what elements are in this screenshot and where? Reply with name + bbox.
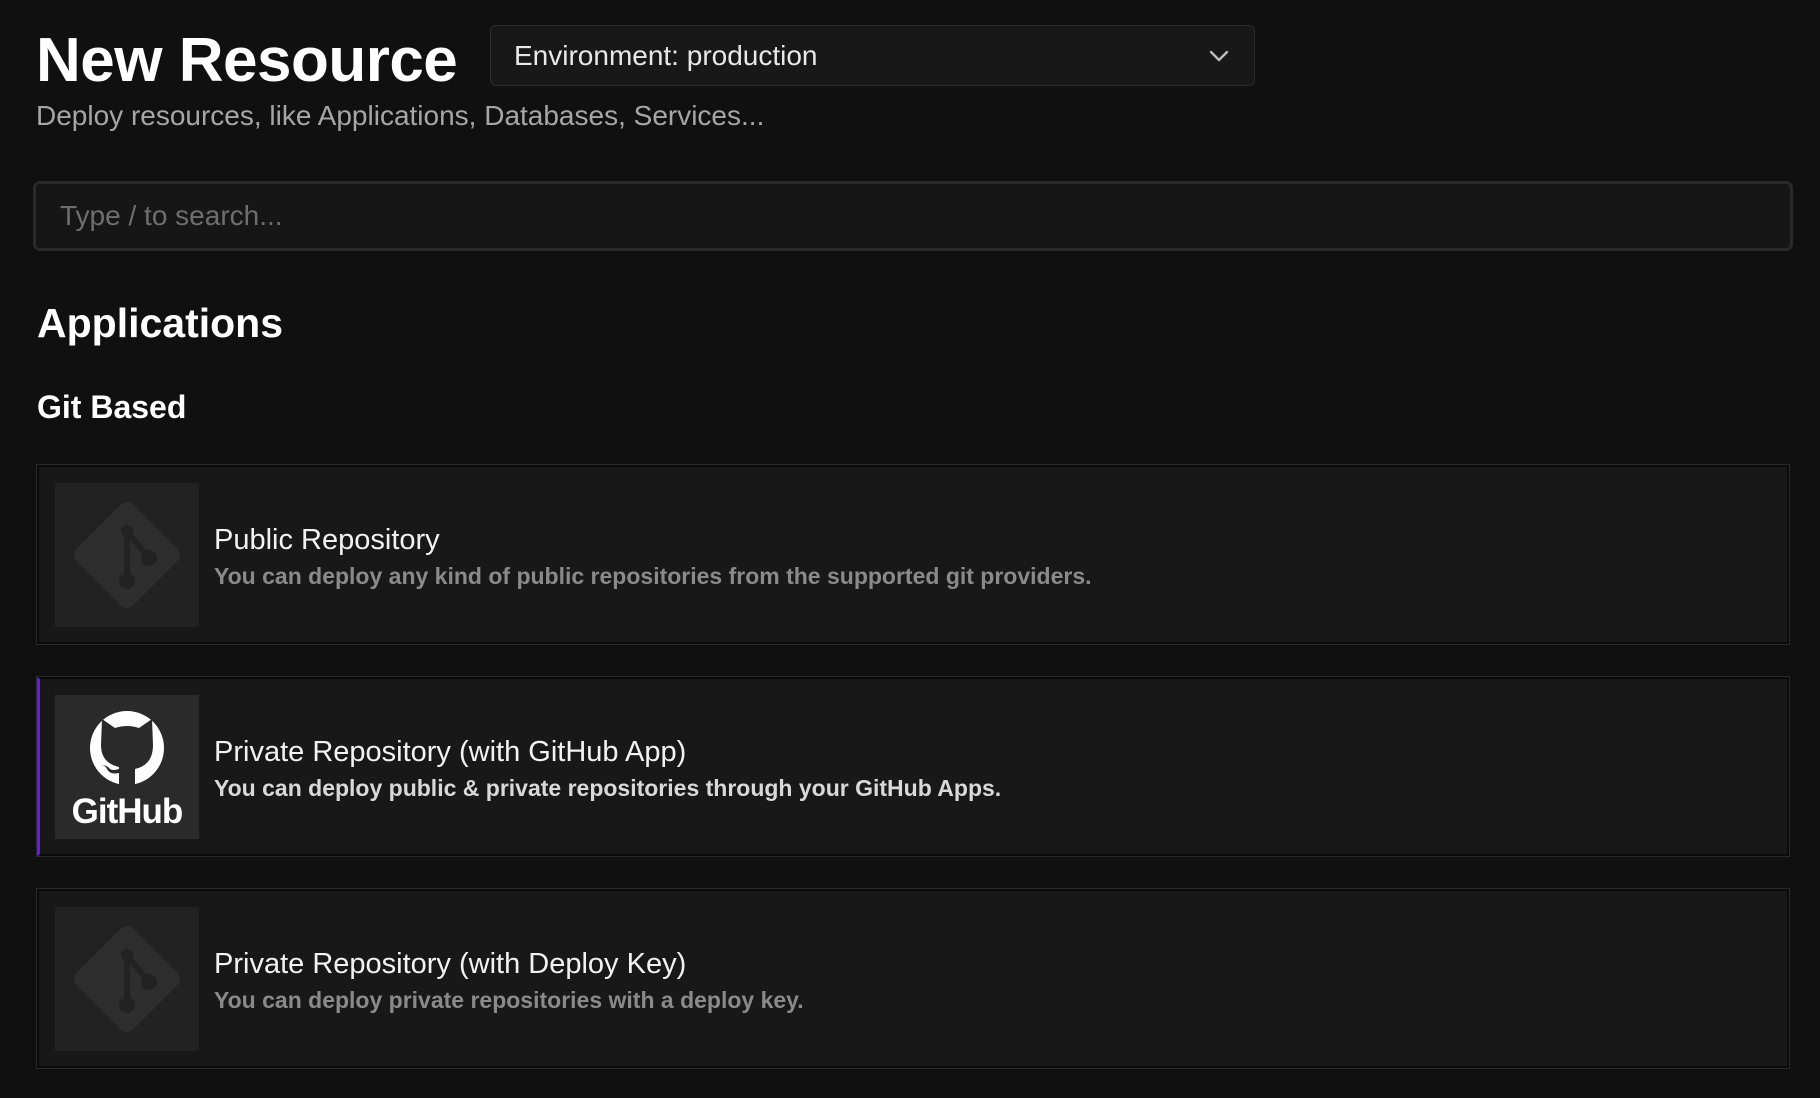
page-subtitle: Deploy resources, like Applications, Dat… (36, 100, 765, 131)
environment-select-value: Environment: production (514, 39, 818, 71)
section-title-git-based: Git Based (37, 389, 187, 425)
environment-select[interactable]: Environment: production (490, 25, 1255, 86)
card-title: Private Repository (with Deploy Key) (214, 948, 687, 980)
card-private-repository-github-app[interactable]: GitHub Private Repository (with GitHub A… (36, 676, 1790, 857)
page-title: New Resource (36, 26, 458, 95)
card-title: Private Repository (with GitHub App) (214, 736, 687, 768)
github-icon: GitHub (55, 695, 199, 839)
card-title: Public Repository (214, 524, 440, 556)
card-private-repository-deploy-key[interactable]: Private Repository (with Deploy Key) You… (36, 888, 1790, 1069)
chevron-down-icon (1209, 50, 1229, 62)
card-description: You can deploy public & private reposito… (214, 775, 1002, 801)
search-input[interactable] (33, 181, 1793, 251)
card-public-repository[interactable]: Public Repository You can deploy any kin… (36, 464, 1790, 645)
github-logo-text: GitHub (72, 792, 183, 831)
section-title-applications: Applications (37, 300, 284, 346)
git-icon (55, 483, 199, 627)
git-icon (55, 907, 199, 1051)
card-description: You can deploy private repositories with… (214, 987, 804, 1013)
card-description: You can deploy any kind of public reposi… (214, 563, 1092, 589)
